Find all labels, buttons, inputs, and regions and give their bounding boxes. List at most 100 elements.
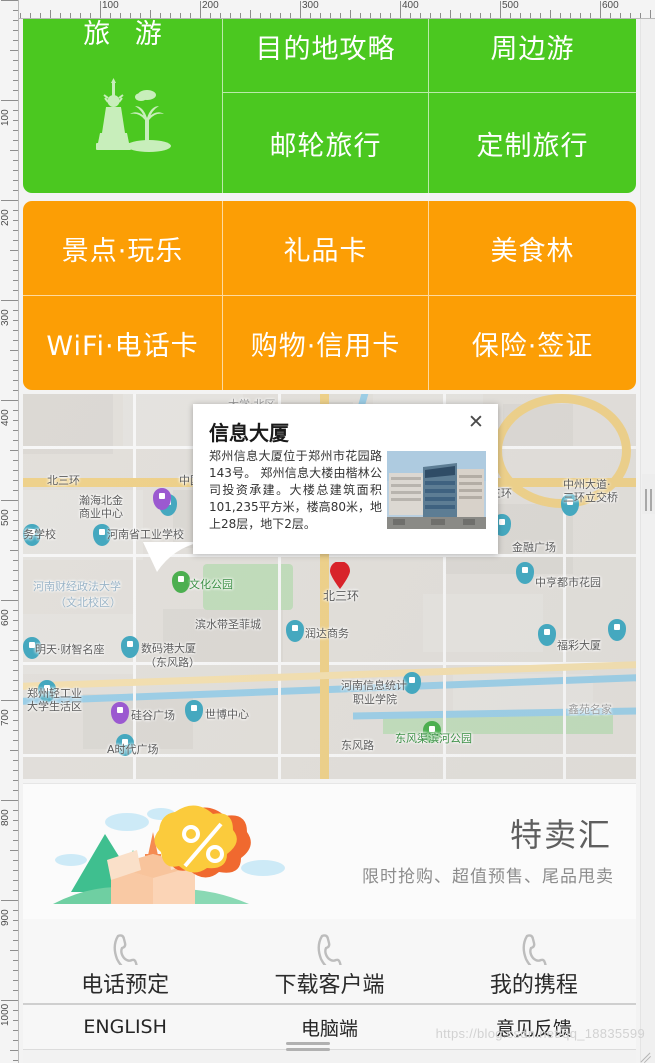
ruler-tick xyxy=(130,13,131,18)
ruler-tick xyxy=(13,340,18,341)
map-label: 大学生活区 xyxy=(27,700,82,713)
phone-icon xyxy=(519,933,549,973)
ruler-tick xyxy=(13,940,18,941)
scrollbar-grip-icon xyxy=(645,489,652,511)
ruler-tick xyxy=(13,590,18,591)
ruler-tick xyxy=(13,580,18,581)
resize-grip-icon[interactable] xyxy=(639,1047,653,1063)
ruler-label: 800 xyxy=(0,809,11,826)
selected-marker-label: 北三环 xyxy=(323,589,360,603)
ruler-tick xyxy=(520,13,521,18)
ruler-label: 100 xyxy=(102,0,119,11)
ruler-tick xyxy=(13,480,18,481)
footer-item-my-ctrip-label: 我的携程 xyxy=(489,973,578,998)
tile-insurance-visa[interactable]: 保险·签证 xyxy=(429,295,636,390)
map-label: A时代广场 xyxy=(107,743,159,756)
map-label: 文化公园 xyxy=(189,578,233,591)
footer-item-phone-booking-label: 电话预定 xyxy=(81,973,170,998)
tile-destination-guide[interactable]: 目的地攻略 xyxy=(223,19,429,92)
map-view[interactable]: 大学·北区北三环中国瀚海北金商业中心河南省工业学校务学校北三环中州大道·三环立交… xyxy=(23,394,636,779)
tile-attractions-label: 景点·玩乐 xyxy=(61,235,184,267)
map-label: 东风渠滨河公园 xyxy=(395,732,472,745)
ruler-tick xyxy=(10,850,18,851)
ruler-tick xyxy=(650,10,651,18)
ruler-label: 100 xyxy=(0,109,11,126)
tile-shopping-creditcard-label: 购物·信用卡 xyxy=(250,330,401,362)
popup-building-photo xyxy=(387,451,486,529)
ruler-tick xyxy=(13,520,18,521)
phone-icon xyxy=(110,933,140,973)
tile-gift-card[interactable]: 礼品卡 xyxy=(223,201,429,295)
ruler-tick xyxy=(490,13,491,18)
ruler-tick xyxy=(30,13,31,18)
ruler-label: 300 xyxy=(302,0,319,11)
map-label: 三环立交桥 xyxy=(563,491,618,504)
ruler-tick xyxy=(530,13,531,18)
ruler-tick xyxy=(13,760,18,761)
map-label: 北三环 xyxy=(47,474,80,487)
tile-gourmet[interactable]: 美食林 xyxy=(429,201,636,295)
ruler-tick xyxy=(13,30,18,31)
ruler-label: 500 xyxy=(502,0,519,11)
ruler-tick xyxy=(630,13,631,18)
ruler-tick xyxy=(13,1040,18,1041)
footer-item-my-ctrip[interactable]: 我的携程 xyxy=(432,919,636,1003)
ruler-tick xyxy=(13,80,18,81)
green-category-grid: 旅 游 目的地攻略 周边游 邮轮旅行 定制旅行 xyxy=(23,19,636,193)
tile-travel[interactable]: 旅 游 xyxy=(23,19,223,193)
tile-custom-travel[interactable]: 定制旅行 xyxy=(429,92,636,193)
ruler-tick xyxy=(150,10,151,18)
ruler-tick xyxy=(13,1020,18,1021)
ruler-tick xyxy=(13,990,18,991)
ruler-tick xyxy=(540,13,541,18)
ruler-tick xyxy=(360,13,361,18)
tile-attractions[interactable]: 景点·玩乐 xyxy=(23,201,223,295)
tile-gift-card-label: 礼品卡 xyxy=(283,235,368,267)
ruler-tick xyxy=(60,13,61,18)
ruler-tick xyxy=(13,710,18,711)
ruler-tick xyxy=(13,880,18,881)
ruler-label: 600 xyxy=(0,609,11,626)
tile-nearby-travel[interactable]: 周边游 xyxy=(429,19,636,92)
ruler-tick xyxy=(13,460,18,461)
ruler-label: 1000 xyxy=(0,1003,11,1026)
ruler-tick xyxy=(13,740,18,741)
ruler-tick xyxy=(13,160,18,161)
ruler-label: 600 xyxy=(602,0,619,11)
map-label: 河南财经政法大学 xyxy=(33,580,121,593)
ruler-tick xyxy=(13,260,18,261)
ruler-tick xyxy=(160,13,161,18)
ruler-tick xyxy=(13,970,18,971)
ruler-tick xyxy=(170,13,171,18)
ruler-tick xyxy=(590,13,591,18)
ruler-tick xyxy=(280,13,281,18)
ruler-tick xyxy=(13,820,18,821)
ruler-tick xyxy=(13,320,18,321)
page-scrollbar[interactable] xyxy=(640,19,655,1063)
close-icon[interactable]: ✕ xyxy=(466,412,486,432)
footer-primary-row: 电话预定 下载客户端 我的携程 xyxy=(23,919,636,1005)
bottom-drag-handle[interactable] xyxy=(286,1042,330,1054)
ruler-tick xyxy=(10,150,18,151)
tile-cruise-travel[interactable]: 邮轮旅行 xyxy=(223,92,429,193)
ruler-tick xyxy=(190,13,191,18)
ruler-tick xyxy=(13,610,18,611)
ruler-tick xyxy=(570,13,571,18)
map-label: （东风路） xyxy=(145,656,200,669)
ruler-tick xyxy=(480,13,481,18)
ruler-tick xyxy=(13,1010,18,1011)
ruler-tick xyxy=(13,630,18,631)
footer-link-english[interactable]: ENGLISH xyxy=(23,1005,227,1049)
ruler-tick xyxy=(13,1060,18,1061)
promo-banner[interactable]: 特卖汇 限时抢购、超值预售、尾品甩卖 xyxy=(23,783,636,921)
ruler-tick xyxy=(13,390,18,391)
footer-item-phone-booking[interactable]: 电话预定 xyxy=(23,919,227,1003)
ruler-tick xyxy=(13,860,18,861)
selected-location-marker[interactable] xyxy=(329,561,351,590)
ruler-tick xyxy=(430,13,431,18)
tile-shopping-creditcard[interactable]: 购物·信用卡 xyxy=(223,295,429,390)
tile-wifi-simcard[interactable]: WiFi·电话卡 xyxy=(23,295,223,390)
ruler-tick xyxy=(600,1,601,18)
footer-item-download-app[interactable]: 下载客户端 xyxy=(227,919,431,1003)
ruler-tick xyxy=(10,1050,18,1051)
